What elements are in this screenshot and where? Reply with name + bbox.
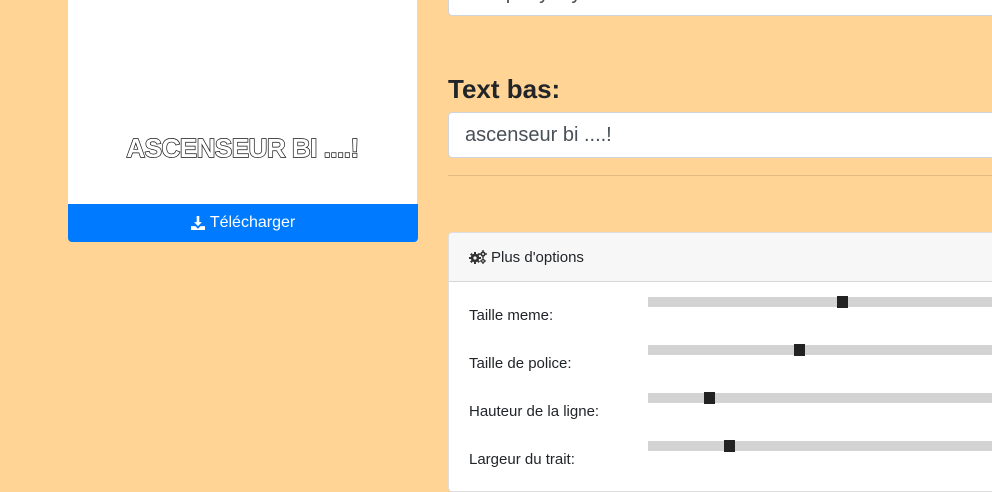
top-text-input[interactable]: Woop-lay-lay-un... [448, 0, 992, 16]
slider-thumb[interactable] [837, 296, 849, 308]
options-header-label: Plus d'options [491, 248, 584, 266]
slider-thumb[interactable] [794, 344, 806, 356]
option-label: Largeur du trait: [469, 451, 575, 468]
meme-size-slider[interactable] [648, 296, 992, 308]
bottom-text-input[interactable]: ascenseur bi ....! [448, 112, 992, 158]
cogs-icon [469, 250, 487, 264]
meme-bottom-text: ASCENSEUR BI ....! [126, 132, 360, 163]
option-row-font-size: Taille de police: [449, 344, 992, 395]
slider-thumb[interactable] [703, 392, 715, 404]
bottom-text-label: Text bas: [448, 74, 561, 104]
slider-thumb[interactable] [723, 440, 735, 452]
option-row-stroke-width: Largeur du trait: [449, 440, 992, 491]
download-icon [190, 216, 205, 230]
meme-preview: ASCENSEUR BI ....! [68, 0, 417, 204]
font-size-slider[interactable] [648, 344, 992, 356]
download-button[interactable]: Télécharger [68, 204, 418, 242]
option-label: Taille meme: [469, 307, 554, 324]
stroke-width-slider[interactable] [648, 440, 992, 452]
section-divider [448, 175, 992, 176]
option-row-line-height: Hauteur de la ligne: [449, 392, 992, 443]
option-label: Taille de police: [469, 355, 572, 372]
option-label: Hauteur de la ligne: [469, 403, 600, 420]
options-header[interactable]: Plus d'options [449, 233, 992, 282]
options-card: Plus d'options Taille meme: Taille de po… [448, 232, 992, 492]
line-height-slider[interactable] [648, 392, 992, 404]
download-button-label: Télécharger [209, 214, 296, 231]
option-row-meme-size: Taille meme: [449, 296, 992, 347]
